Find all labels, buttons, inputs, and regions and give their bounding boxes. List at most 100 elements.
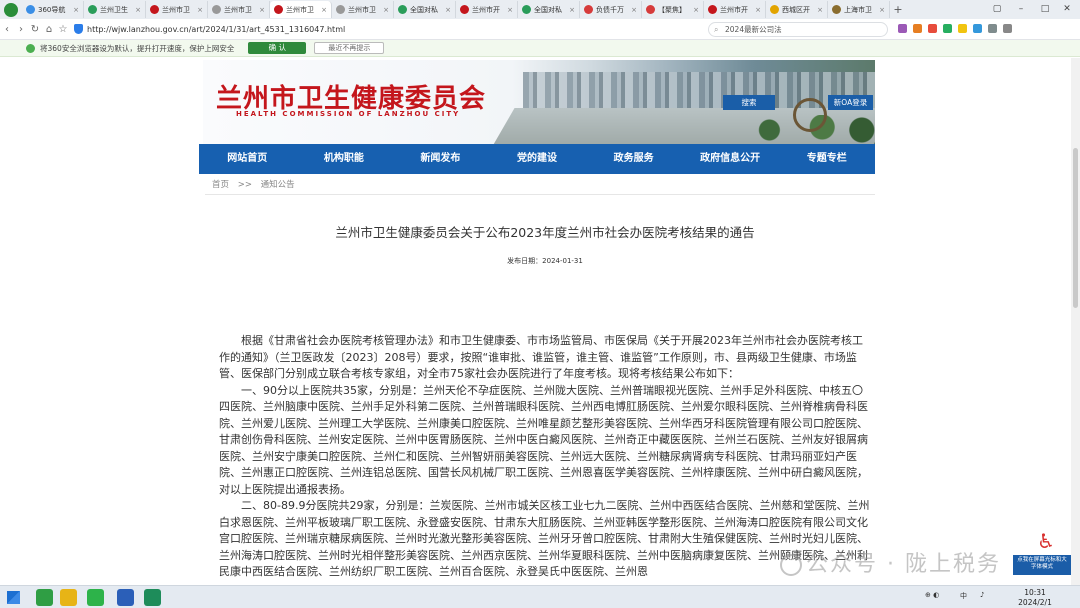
page-viewport: 兰州市卫生健康委员会 HEALTH COMMISSION OF LANZHOU … bbox=[0, 58, 1080, 585]
star-icon[interactable]: ☆ bbox=[56, 24, 70, 35]
volume-icon[interactable]: ♪ bbox=[980, 591, 984, 599]
watermark-text: 公众号 · 陇上税务 bbox=[806, 552, 1001, 577]
url-field[interactable]: http://wjw.lanzhou.gov.cn/art/2024/1/31/… bbox=[87, 25, 587, 34]
close-window-icon[interactable]: ✕ bbox=[1056, 0, 1078, 19]
menu-icon[interactable]: ▢ bbox=[986, 0, 1008, 19]
browser-tab[interactable]: 【聚焦】 × bbox=[642, 1, 704, 18]
tab-favicon-icon bbox=[522, 5, 531, 14]
page-scrollbar[interactable] bbox=[1071, 58, 1080, 585]
maximize-icon[interactable]: □ bbox=[1034, 0, 1056, 19]
ime-indicator[interactable]: 中 bbox=[960, 591, 967, 601]
article-paragraph: 一、90分以上医院共35家，分别是：兰州天伦不孕症医院、兰州陇大医院、兰州普瑞眼… bbox=[219, 383, 868, 496]
taskbar-wechat-icon[interactable] bbox=[87, 589, 104, 606]
nav-item[interactable]: 机构职能 bbox=[296, 144, 393, 174]
browser-tab[interactable]: 负债千万 × bbox=[580, 1, 642, 18]
extension-icon[interactable] bbox=[913, 24, 922, 33]
browser-search-box[interactable]: ⌕ 2024最新公司法 bbox=[708, 22, 888, 37]
tab-favicon-icon bbox=[336, 5, 345, 14]
browser-tab[interactable]: 兰州市卫 × bbox=[208, 1, 270, 18]
tab-close-icon[interactable]: × bbox=[383, 6, 389, 14]
tab-close-icon[interactable]: × bbox=[507, 6, 513, 14]
browser-tab[interactable]: 兰州市卫 × bbox=[332, 1, 394, 18]
extension-icon[interactable] bbox=[988, 24, 997, 33]
browser-tab[interactable]: 西城区开 × bbox=[766, 1, 828, 18]
tab-close-icon[interactable]: × bbox=[73, 6, 79, 14]
tab-favicon-icon bbox=[708, 5, 717, 14]
nav-item[interactable]: 政府信息公开 bbox=[682, 144, 779, 174]
tab-close-icon[interactable]: × bbox=[817, 6, 823, 14]
extension-icon[interactable] bbox=[898, 24, 907, 33]
tab-close-icon[interactable]: × bbox=[755, 6, 761, 14]
browser-tab[interactable]: 全国对私 × bbox=[394, 1, 456, 18]
tab-close-icon[interactable]: × bbox=[259, 6, 265, 14]
browser-tab[interactable]: 兰州市开 × bbox=[704, 1, 766, 18]
browser-tab[interactable]: 兰州市卫 × bbox=[146, 1, 208, 18]
oa-login-button[interactable]: 新OA登录 bbox=[828, 95, 873, 110]
taskbar-360-browser-icon[interactable] bbox=[36, 589, 53, 606]
back-icon[interactable]: ‹ bbox=[0, 24, 14, 35]
article-title: 兰州市卫生健康委员会关于公布2023年度兰州市社会办医院考核结果的通告 bbox=[335, 225, 755, 240]
site-search-button[interactable]: 搜索 bbox=[723, 95, 775, 110]
forward-icon[interactable]: › bbox=[14, 24, 28, 35]
search-text: 2024最新公司法 bbox=[725, 25, 782, 34]
windows-start-icon[interactable] bbox=[7, 591, 20, 604]
dismiss-button[interactable]: 最近不再提示 bbox=[314, 42, 385, 54]
breadcrumb: 首页 >> 通知公告 bbox=[212, 178, 295, 190]
extension-icon[interactable] bbox=[943, 24, 952, 33]
tab-close-icon[interactable]: × bbox=[445, 6, 451, 14]
browser-tab[interactable]: 全国对私 × bbox=[518, 1, 580, 18]
breadcrumb-current[interactable]: 通知公告 bbox=[261, 180, 295, 190]
tab-label: 兰州市卫 bbox=[224, 5, 252, 14]
tab-close-icon[interactable]: × bbox=[879, 6, 885, 14]
tab-label: 兰州市开 bbox=[720, 5, 748, 14]
nav-item[interactable]: 党的建设 bbox=[489, 144, 586, 174]
divider bbox=[205, 194, 875, 195]
browser-tab[interactable]: 360导航 × bbox=[22, 1, 84, 18]
extension-icon[interactable] bbox=[973, 24, 982, 33]
publish-date-label: 发布日期： bbox=[507, 257, 543, 265]
security-shield-icon[interactable] bbox=[74, 24, 83, 34]
minimize-icon[interactable]: – bbox=[1010, 0, 1032, 19]
new-tab-icon[interactable]: + bbox=[890, 3, 906, 16]
nav-item[interactable]: 网站首页 bbox=[199, 144, 296, 174]
taskbar-app-icon[interactable] bbox=[144, 589, 161, 606]
menu-icon[interactable] bbox=[1003, 24, 1012, 33]
tab-close-icon[interactable]: × bbox=[693, 6, 699, 14]
tab-label: 360导航 bbox=[38, 5, 66, 14]
confirm-button[interactable]: 确 认 bbox=[248, 42, 307, 54]
browser-logo-icon[interactable] bbox=[4, 2, 18, 17]
system-clock[interactable]: 10:31 2024/2/1 bbox=[1015, 588, 1055, 608]
wheelchair-accessibility-icon[interactable]: ♿ bbox=[1033, 528, 1059, 554]
browser-tab[interactable]: 兰州市开 × bbox=[456, 1, 518, 18]
tab-favicon-icon bbox=[646, 5, 655, 14]
taskbar-word-icon[interactable] bbox=[117, 589, 134, 606]
reload-icon[interactable]: ↻ bbox=[28, 24, 42, 35]
tab-close-icon[interactable]: × bbox=[321, 6, 327, 14]
tab-close-icon[interactable]: × bbox=[569, 6, 575, 14]
nav-item[interactable]: 新闻发布 bbox=[392, 144, 489, 174]
scrollbar-thumb[interactable] bbox=[1073, 148, 1078, 308]
tray-icons[interactable]: ⊕ ◐ bbox=[925, 591, 939, 599]
tab-label: 西城区开 bbox=[782, 5, 810, 14]
nav-item[interactable]: 政务服务 bbox=[585, 144, 682, 174]
tab-close-icon[interactable]: × bbox=[135, 6, 141, 14]
nav-item[interactable]: 专题专栏 bbox=[778, 144, 875, 174]
extension-icons bbox=[898, 24, 1012, 33]
tab-close-icon[interactable]: × bbox=[197, 6, 203, 14]
search-icon: ⌕ bbox=[714, 25, 719, 34]
extension-icon[interactable] bbox=[928, 24, 937, 33]
taskbar-file-explorer-icon[interactable] bbox=[60, 589, 77, 606]
breadcrumb-home[interactable]: 首页 bbox=[212, 180, 229, 190]
tab-close-icon[interactable]: × bbox=[631, 6, 637, 14]
tab-label: 兰州市卫 bbox=[162, 5, 190, 14]
extension-icon[interactable] bbox=[958, 24, 967, 33]
article-paragraph: 根据《甘肃省社会办医院考核管理办法》和市卫生健康委、市市场监管局、市医保局《关于… bbox=[219, 334, 863, 380]
clock-time: 10:31 bbox=[1024, 588, 1046, 597]
browser-tab[interactable]: 兰州市卫 × bbox=[270, 1, 332, 18]
tab-label: 兰州卫生 bbox=[100, 5, 128, 14]
browser-tab[interactable]: 上海市卫 × bbox=[828, 1, 890, 18]
accessibility-button[interactable]: 点我在屏幕光标和大字体模式 bbox=[1013, 555, 1071, 575]
tab-label: 兰州市卫 bbox=[348, 5, 376, 14]
home-icon[interactable]: ⌂ bbox=[42, 24, 56, 35]
browser-tab[interactable]: 兰州卫生 × bbox=[84, 1, 146, 18]
